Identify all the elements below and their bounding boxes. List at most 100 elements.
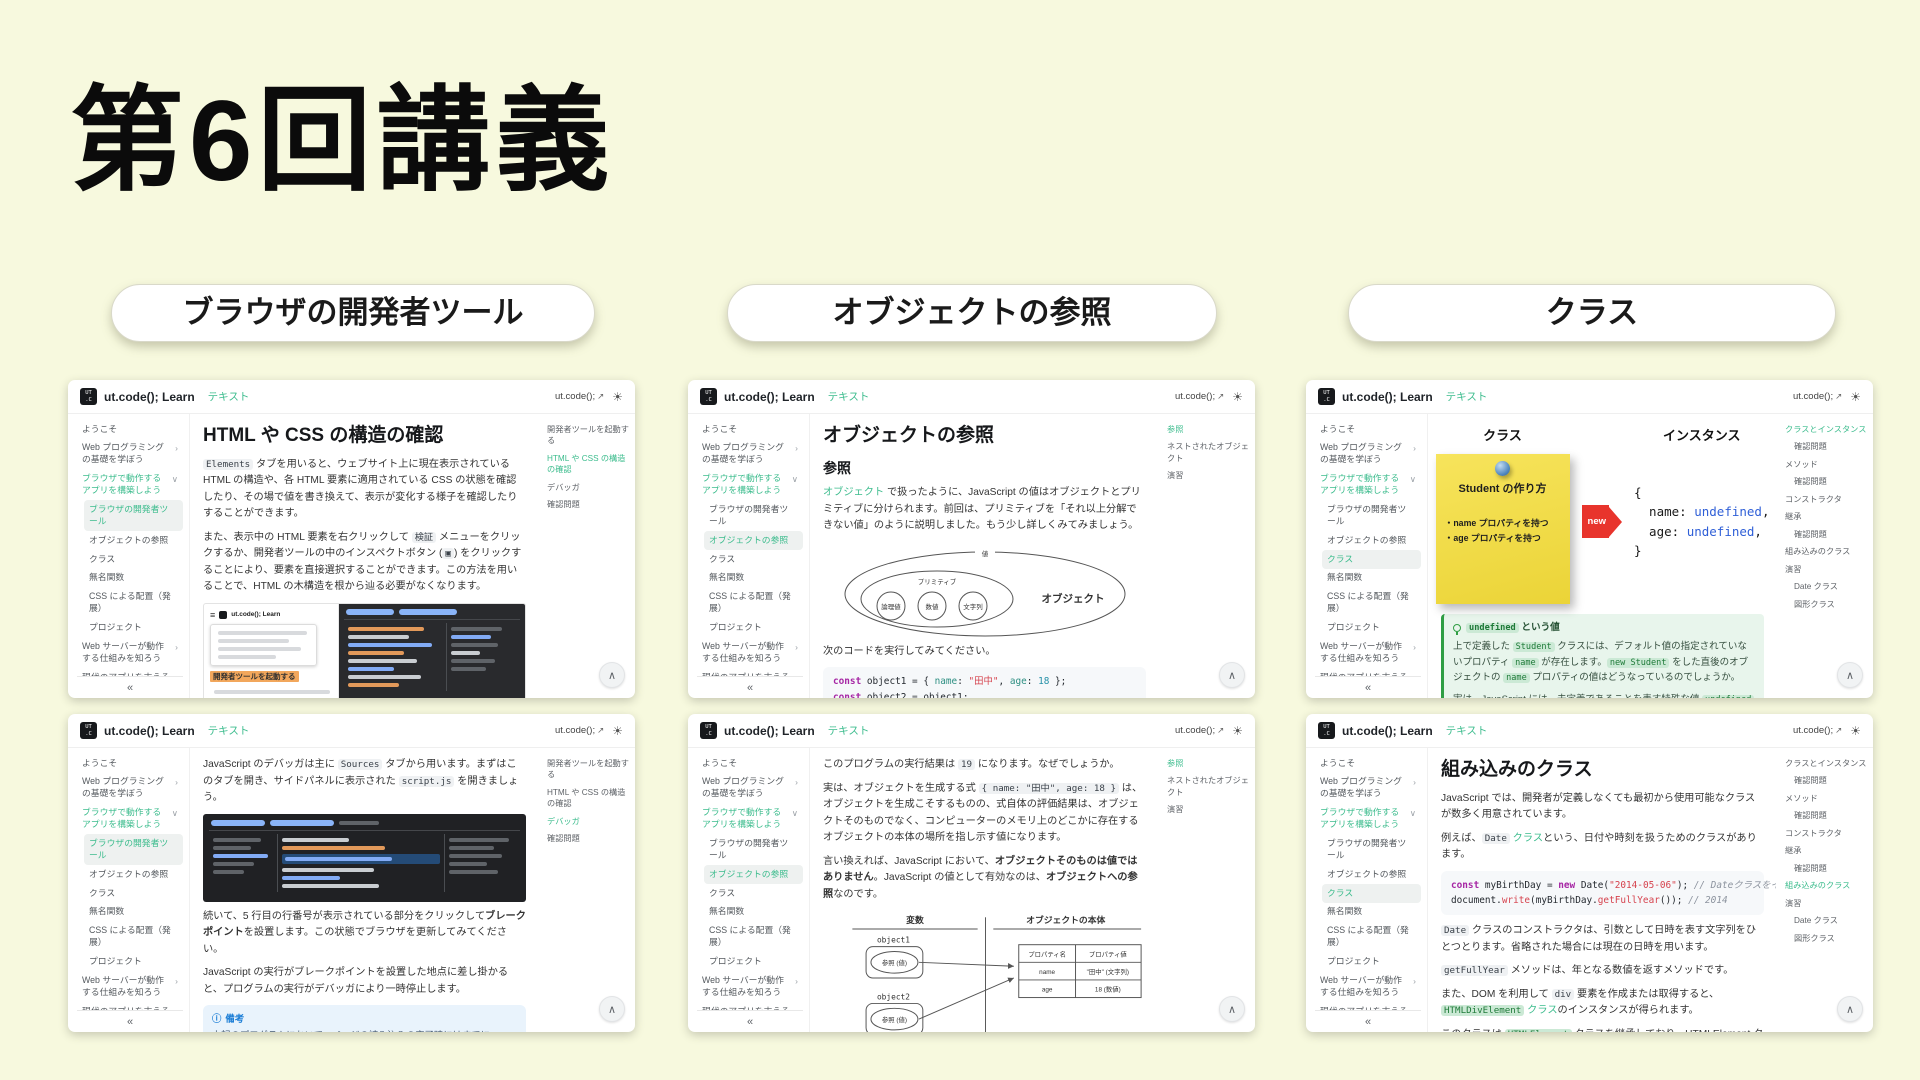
toc-item[interactable]: コンストラクタ (1785, 828, 1867, 839)
toc-item[interactable]: クラスとインスタンス (1785, 758, 1867, 769)
sidebar-item[interactable]: ようこそ (697, 420, 803, 439)
toc-item[interactable]: 確認問題 (1785, 441, 1867, 452)
toc-item[interactable]: 組み込みのクラス (1785, 880, 1867, 891)
sidebar-item[interactable]: 現代のアプリを支える技術を学ぼう（発展）› (1315, 1002, 1421, 1010)
toc-item[interactable]: Date クラス (1785, 915, 1867, 926)
sidebar-item[interactable]: Web プログラミングの基礎を学ぼう› (697, 773, 803, 804)
sidebar-item[interactable]: Web サーバーが動作する仕組みを知ろう› (77, 637, 183, 668)
sidebar-item[interactable]: ブラウザの開発者ツール (704, 834, 803, 865)
sidebar-item[interactable]: CSS による配置（発展） (1322, 588, 1421, 619)
sidebar-collapse-button[interactable]: « (1315, 676, 1421, 698)
sidebar-item[interactable]: ブラウザの開発者ツール (84, 500, 183, 531)
sidebar-item[interactable]: オブジェクトの参照 (84, 865, 183, 884)
sidebar-item[interactable]: Web サーバーが動作する仕組みを知ろう› (1315, 971, 1421, 1002)
theme-toggle-icon[interactable]: ☀ (1232, 390, 1243, 404)
toc-item[interactable]: HTML や CSS の構造の確認 (547, 453, 629, 476)
toc-item[interactable]: ネストされたオブジェクト (1167, 775, 1249, 798)
sidebar-item[interactable]: クラス (1322, 550, 1421, 569)
theme-toggle-icon[interactable]: ☀ (612, 724, 623, 738)
sidebar-item[interactable]: オブジェクトの参照 (1322, 531, 1421, 550)
nav-link-text[interactable]: テキスト (1446, 723, 1488, 738)
sidebar-item[interactable]: プロジェクト (704, 619, 803, 638)
toc-item[interactable]: ネストされたオブジェクト (1167, 441, 1249, 464)
sidebar-item[interactable]: 現代のアプリを支える技術を学ぼう（発展）› (697, 1002, 803, 1010)
brand-link[interactable]: ut.code(); Learn (1342, 724, 1433, 738)
sidebar-item[interactable]: CSS による配置（発展） (704, 922, 803, 953)
nav-link-text[interactable]: テキスト (208, 389, 250, 404)
brand-link[interactable]: ut.code(); Learn (724, 724, 815, 738)
scroll-to-top-button[interactable]: ∧ (599, 662, 625, 688)
site-link[interactable]: ut.code();↗ (555, 725, 604, 736)
sidebar-item[interactable]: Web プログラミングの基礎を学ぼう› (1315, 773, 1421, 804)
sidebar-item[interactable]: 無名関数 (84, 903, 183, 922)
sidebar-item[interactable]: クラス (84, 884, 183, 903)
sidebar-item[interactable]: 無名関数 (1322, 569, 1421, 588)
toc-item[interactable]: 演習 (1167, 470, 1249, 481)
toc-item[interactable]: 開発者ツールを起動する (547, 758, 629, 781)
sidebar-item[interactable]: ブラウザで動作するアプリを構築しよう∨ (1315, 804, 1421, 835)
toc-item[interactable]: デバッガ (547, 482, 629, 493)
sidebar-item[interactable]: CSS による配置（発展） (1322, 922, 1421, 953)
sidebar-item[interactable]: CSS による配置（発展） (704, 588, 803, 619)
inline-link[interactable]: クラス (1524, 1005, 1557, 1016)
sidebar-item[interactable]: 現代のアプリを支える技術を学ぼう（発展）› (697, 668, 803, 676)
toc-item[interactable]: Date クラス (1785, 581, 1867, 592)
toc-item[interactable]: クラスとインスタンス (1785, 424, 1867, 435)
toc-item[interactable]: 開発者ツールを起動する (547, 424, 629, 447)
sidebar-item[interactable]: オブジェクトの参照 (84, 531, 183, 550)
toc-item[interactable]: 継承 (1785, 845, 1867, 856)
nav-link-text[interactable]: テキスト (828, 723, 870, 738)
sidebar-item[interactable]: ブラウザの開発者ツール (704, 500, 803, 531)
sidebar-item[interactable]: 現代のアプリを支える技術を学ぼう（発展）› (77, 668, 183, 676)
sidebar-item[interactable]: クラス (84, 550, 183, 569)
sidebar-item[interactable]: Web サーバーが動作する仕組みを知ろう› (697, 637, 803, 668)
toc-item[interactable]: 参照 (1167, 758, 1249, 769)
sidebar-item[interactable]: ブラウザの開発者ツール (1322, 500, 1421, 531)
toc-item[interactable]: 図形クラス (1785, 599, 1867, 610)
scroll-to-top-button[interactable]: ∧ (599, 996, 625, 1022)
inline-link[interactable]: クラス (1510, 833, 1543, 844)
theme-toggle-icon[interactable]: ☀ (1232, 724, 1243, 738)
sidebar-item[interactable]: ブラウザの開発者ツール (1322, 834, 1421, 865)
utcode-logo-icon[interactable]: UT.C (1318, 722, 1335, 739)
sidebar-item[interactable]: 無名関数 (84, 569, 183, 588)
sidebar-item[interactable]: オブジェクトの参照 (704, 531, 803, 550)
sidebar-item[interactable]: CSS による配置（発展） (84, 922, 183, 953)
theme-toggle-icon[interactable]: ☀ (612, 390, 623, 404)
sidebar-item[interactable]: ようこそ (1315, 754, 1421, 773)
sidebar-item[interactable]: プロジェクト (704, 953, 803, 972)
toc-item[interactable]: 確認問題 (1785, 863, 1867, 874)
utcode-logo-icon[interactable]: UT.C (80, 722, 97, 739)
sidebar-item[interactable]: オブジェクトの参照 (1322, 865, 1421, 884)
toc-item[interactable]: コンストラクタ (1785, 494, 1867, 505)
theme-toggle-icon[interactable]: ☀ (1850, 390, 1861, 404)
toc-item[interactable]: HTML や CSS の構造の確認 (547, 787, 629, 810)
sidebar-item[interactable]: クラス (704, 550, 803, 569)
brand-link[interactable]: ut.code(); Learn (1342, 390, 1433, 404)
sidebar-item[interactable]: プロジェクト (1322, 619, 1421, 638)
sidebar-item[interactable]: 無名関数 (704, 569, 803, 588)
sidebar-item[interactable]: ようこそ (77, 420, 183, 439)
toc-item[interactable]: メソッド (1785, 459, 1867, 470)
toc-item[interactable]: デバッガ (547, 816, 629, 827)
site-link[interactable]: ut.code();↗ (555, 391, 604, 402)
toc-item[interactable]: メソッド (1785, 793, 1867, 804)
sidebar-item[interactable]: ブラウザで動作するアプリを構築しよう∨ (1315, 470, 1421, 501)
nav-link-text[interactable]: テキスト (208, 723, 250, 738)
scroll-to-top-button[interactable]: ∧ (1219, 996, 1245, 1022)
toc-item[interactable]: 図形クラス (1785, 933, 1867, 944)
scroll-to-top-button[interactable]: ∧ (1219, 662, 1245, 688)
toc-item[interactable]: 演習 (1785, 898, 1867, 909)
toc-item[interactable]: 組み込みのクラス (1785, 546, 1867, 557)
site-link[interactable]: ut.code();↗ (1175, 391, 1224, 402)
utcode-logo-icon[interactable]: UT.C (1318, 388, 1335, 405)
sidebar-item[interactable]: ブラウザで動作するアプリを構築しよう∨ (77, 804, 183, 835)
sidebar-item[interactable]: Web プログラミングの基礎を学ぼう› (77, 439, 183, 470)
nav-link-text[interactable]: テキスト (828, 389, 870, 404)
toc-item[interactable]: 継承 (1785, 511, 1867, 522)
sidebar-item[interactable]: Web サーバーが動作する仕組みを知ろう› (1315, 637, 1421, 668)
site-link[interactable]: ut.code();↗ (1793, 391, 1842, 402)
brand-link[interactable]: ut.code(); Learn (104, 390, 195, 404)
sidebar-item[interactable]: ブラウザの開発者ツール (84, 834, 183, 865)
toc-item[interactable]: 確認問題 (1785, 476, 1867, 487)
